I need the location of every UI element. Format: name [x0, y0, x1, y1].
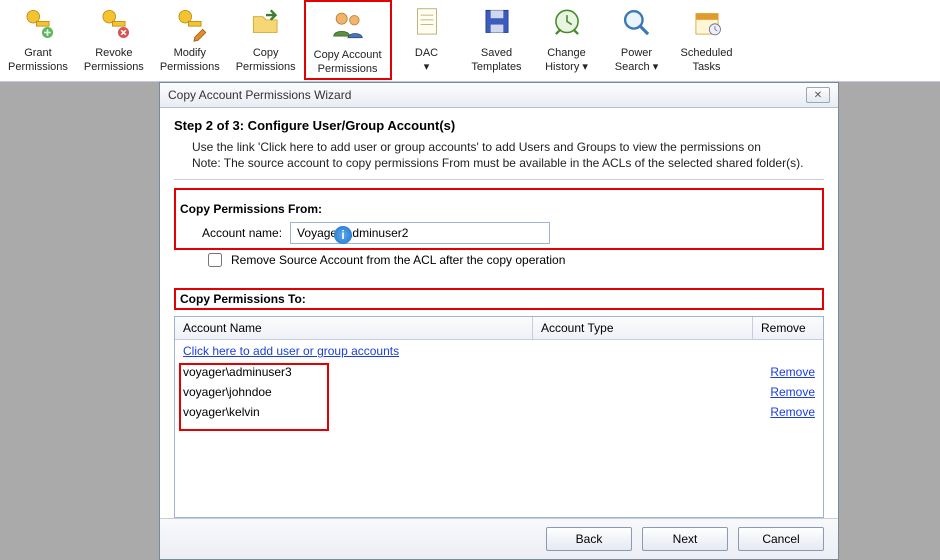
- ribbon-copy[interactable]: CopyPermissions: [228, 0, 304, 80]
- col-account-name: Account Name: [175, 317, 533, 339]
- remove-source-label: Remove Source Account from the ACL after…: [231, 253, 565, 267]
- table-header: Account Name Account Type Remove: [175, 317, 823, 340]
- wizard-body: Step 2 of 3: Configure User/Group Accoun…: [160, 108, 838, 518]
- remove-link[interactable]: Remove: [770, 385, 815, 399]
- ribbon-toolbar: GrantPermissionsRevokePermissionsModifyP…: [0, 0, 940, 82]
- wizard-title-text: Copy Account Permissions Wizard: [168, 88, 351, 102]
- step-description: Use the link 'Click here to add user or …: [174, 139, 824, 180]
- cancel-button[interactable]: Cancel: [738, 527, 824, 551]
- account-name-label: Account name:: [202, 226, 282, 240]
- ribbon-revoke[interactable]: RevokePermissions: [76, 0, 152, 80]
- ribbon-grant[interactable]: GrantPermissions: [0, 0, 76, 80]
- info-icon[interactable]: i: [334, 226, 352, 244]
- step-heading: Step 2 of 3: Configure User/Group Accoun…: [174, 118, 824, 133]
- copy-to-label: Copy Permissions To:: [174, 288, 824, 310]
- wizard-footer: Back Next Cancel: [160, 518, 838, 559]
- ribbon-scheduled[interactable]: ScheduledTasks: [672, 0, 742, 80]
- row-account-name: voyager\adminuser3: [183, 365, 533, 379]
- table-row: voyager\johndoe Remove: [175, 382, 823, 402]
- step-desc-line2: Note: The source account to copy permiss…: [192, 155, 824, 171]
- ribbon-dac[interactable]: DAC▾: [392, 0, 462, 80]
- col-account-type: Account Type: [533, 317, 753, 339]
- ribbon-saved[interactable]: SavedTemplates: [462, 0, 532, 80]
- table-row: voyager\kelvin Remove: [175, 402, 823, 422]
- accounts-table: Account Name Account Type Remove Click h…: [174, 316, 824, 518]
- close-button[interactable]: ✕: [806, 87, 830, 103]
- copy-account-permissions-wizard: Copy Account Permissions Wizard ✕ Step 2…: [159, 82, 839, 560]
- table-body: Click here to add user or group accounts…: [175, 340, 823, 517]
- copy-from-label: Copy Permissions From:: [180, 202, 324, 216]
- col-remove: Remove: [753, 317, 823, 339]
- remove-source-checkbox[interactable]: [208, 253, 222, 267]
- table-row: voyager\adminuser3 Remove: [175, 362, 823, 382]
- ribbon-power[interactable]: PowerSearch ▾: [602, 0, 672, 80]
- add-accounts-link[interactable]: Click here to add user or group accounts: [175, 340, 823, 362]
- back-button[interactable]: Back: [546, 527, 632, 551]
- ribbon-modify[interactable]: ModifyPermissions: [152, 0, 228, 80]
- next-button[interactable]: Next: [642, 527, 728, 551]
- ribbon-copy-account[interactable]: Copy AccountPermissions: [304, 0, 392, 80]
- ribbon-change[interactable]: ChangeHistory ▾: [532, 0, 602, 80]
- remove-link[interactable]: Remove: [770, 365, 815, 379]
- row-account-name: voyager\kelvin: [183, 405, 533, 419]
- step-desc-line1: Use the link 'Click here to add user or …: [192, 139, 824, 155]
- wizard-titlebar: Copy Account Permissions Wizard ✕: [160, 83, 838, 108]
- row-account-name: voyager\johndoe: [183, 385, 533, 399]
- remove-link[interactable]: Remove: [770, 405, 815, 419]
